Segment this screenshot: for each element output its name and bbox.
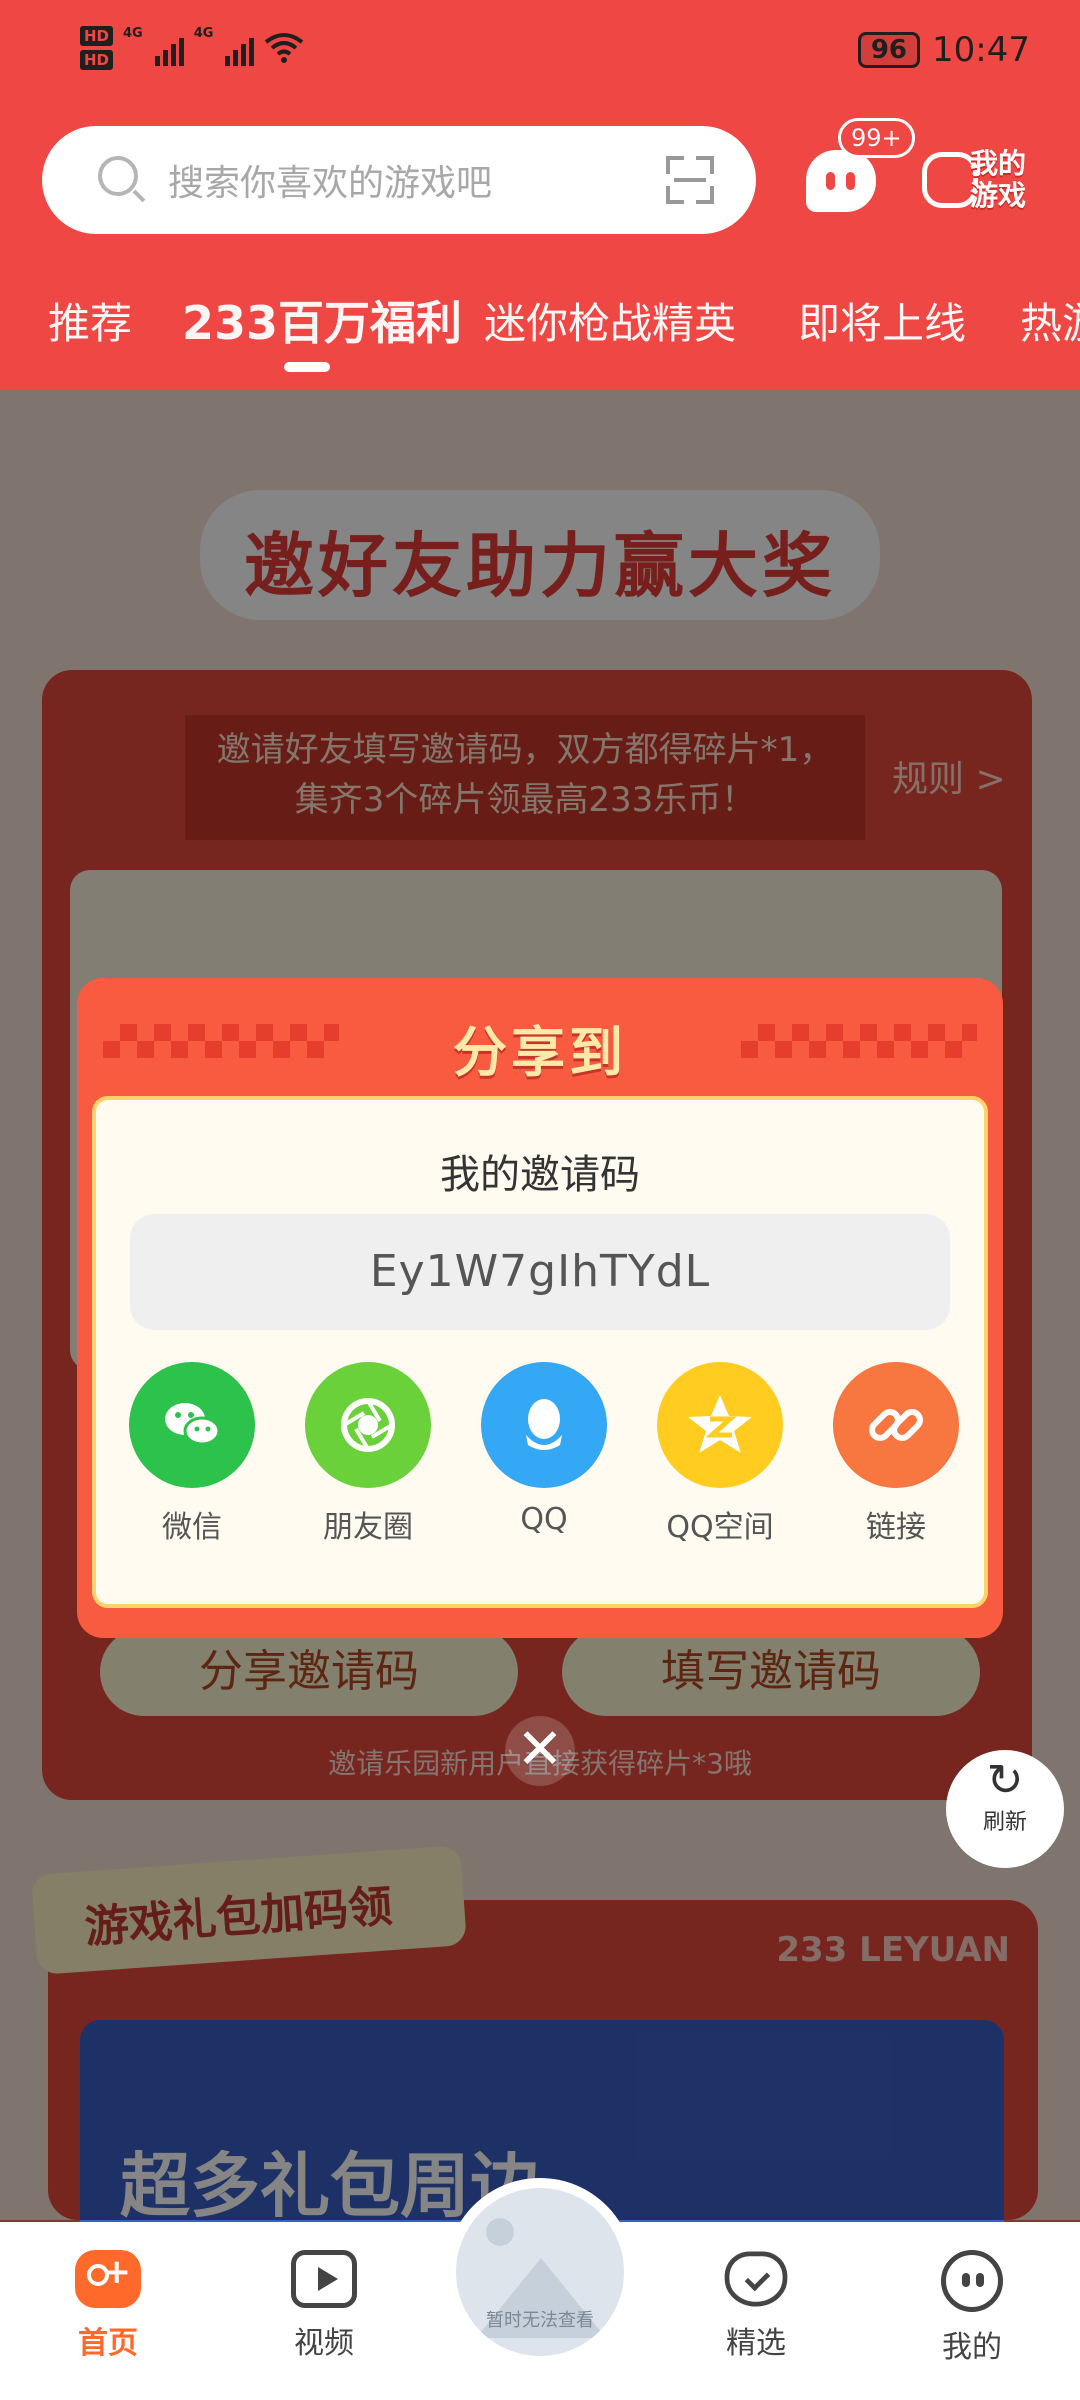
nav-label: 视频 bbox=[294, 2326, 354, 2361]
tab-coming-soon[interactable]: 即将上线 bbox=[798, 290, 966, 351]
nav-home[interactable]: 首页 bbox=[38, 2250, 178, 2362]
nav-label: 我的 bbox=[942, 2330, 1002, 2365]
moments-icon bbox=[305, 1362, 431, 1488]
heart-icon bbox=[724, 2251, 788, 2307]
dialog-body: 我的邀请码 Ey1W7gIhTYdL 微信 朋友圈 QQ QQ空间 链接 bbox=[92, 1096, 988, 1608]
refresh-label: 刷新 bbox=[982, 1810, 1027, 1835]
share-link-button[interactable]: 链接 bbox=[821, 1362, 971, 1546]
signal-group: HD HD 4G 4G bbox=[80, 26, 304, 70]
top-header: HD HD 4G 4G 96 10:47 搜索你喜欢的游戏吧 99+ 我的游戏 … bbox=[0, 0, 1080, 390]
refresh-icon: ↻ bbox=[986, 1755, 1024, 1806]
category-tabs: 推荐 233百万福利 迷你枪战精英 即将上线 热游 bbox=[0, 290, 1080, 370]
share-moments-button[interactable]: 朋友圈 bbox=[293, 1362, 443, 1546]
qzone-icon bbox=[657, 1362, 783, 1488]
video-icon bbox=[291, 2250, 357, 2308]
nav-featured[interactable]: 精选 bbox=[686, 2250, 826, 2362]
tab-hot-games[interactable]: 热游 bbox=[1020, 290, 1080, 351]
search-bar[interactable]: 搜索你喜欢的游戏吧 bbox=[42, 126, 756, 234]
tab-mini-gun-war[interactable]: 迷你枪战精英 bbox=[484, 290, 736, 351]
link-icon bbox=[833, 1362, 959, 1488]
hd-badge: HD bbox=[80, 50, 114, 70]
my-games-label: 我的游戏 bbox=[970, 147, 1027, 212]
active-tab-indicator bbox=[284, 362, 330, 372]
my-games-button[interactable]: 我的游戏 bbox=[922, 148, 1042, 214]
tab-recommend[interactable]: 推荐 bbox=[48, 290, 132, 351]
share-option-label: QQ空间 bbox=[666, 1510, 774, 1545]
share-dialog: 分享到 我的邀请码 Ey1W7gIhTYdL 微信 朋友圈 QQ QQ空间 链接 bbox=[77, 978, 1003, 1638]
qq-icon bbox=[481, 1362, 607, 1488]
network-label: 4G bbox=[123, 26, 143, 41]
nav-video[interactable]: 视频 bbox=[254, 2250, 394, 2362]
hd-badge: HD bbox=[80, 26, 114, 46]
share-qq-button[interactable]: QQ bbox=[469, 1362, 619, 1537]
signal-icon bbox=[225, 30, 255, 66]
nav-label: 精选 bbox=[726, 2326, 786, 2361]
search-icon bbox=[98, 156, 138, 196]
share-qzone-button[interactable]: QQ空间 bbox=[645, 1362, 795, 1546]
battery-indicator: 96 bbox=[857, 32, 921, 68]
refresh-button[interactable]: ↻ 刷新 bbox=[946, 1750, 1064, 1868]
scan-icon[interactable] bbox=[666, 156, 714, 204]
network-label: 4G bbox=[193, 26, 214, 41]
signal-icon bbox=[154, 30, 184, 66]
share-option-label: 朋友圈 bbox=[323, 1510, 413, 1545]
image-placeholder-icon bbox=[486, 2218, 514, 2246]
wechat-icon bbox=[129, 1362, 255, 1488]
invite-code-label: 我的邀请码 bbox=[440, 1152, 640, 1198]
nav-label: 首页 bbox=[78, 2326, 138, 2361]
center-caption: 暂时无法查看 bbox=[486, 2310, 594, 2331]
nav-profile[interactable]: 我的 bbox=[902, 2250, 1042, 2366]
home-gamepad-icon bbox=[75, 2250, 141, 2308]
status-bar: HD HD 4G 4G 96 10:47 bbox=[0, 0, 1080, 110]
share-option-label: 链接 bbox=[866, 1510, 926, 1545]
chat-bubble-icon bbox=[806, 150, 876, 212]
tab-233-welfare[interactable]: 233百万福利 bbox=[182, 290, 462, 353]
wifi-icon bbox=[265, 33, 304, 63]
profile-icon bbox=[941, 2250, 1003, 2312]
center-feature-button[interactable]: 暂时无法查看 bbox=[456, 2188, 624, 2356]
share-option-label: QQ bbox=[520, 1502, 568, 1537]
share-wechat-button[interactable]: 微信 bbox=[117, 1362, 267, 1546]
invite-code-field[interactable]: Ey1W7gIhTYdL bbox=[130, 1214, 950, 1330]
close-dialog-button[interactable]: ✕ bbox=[505, 1716, 575, 1786]
search-placeholder: 搜索你喜欢的游戏吧 bbox=[168, 163, 493, 204]
message-count-badge: 99+ bbox=[838, 118, 915, 158]
status-time: 10:47 bbox=[932, 30, 1030, 70]
dialog-title: 分享到 bbox=[453, 1021, 627, 1084]
share-option-label: 微信 bbox=[162, 1510, 222, 1545]
